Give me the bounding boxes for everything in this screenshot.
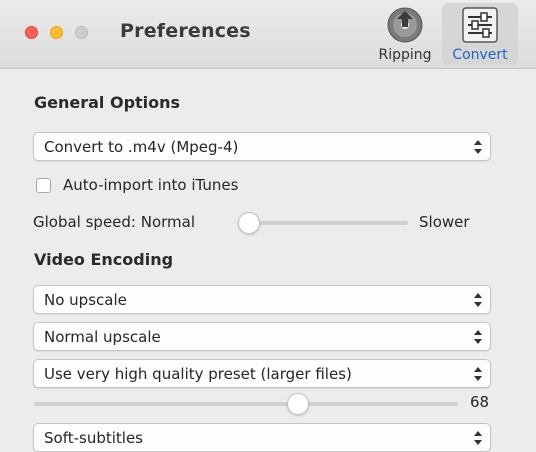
toolbar-convert-button[interactable]: Convert (442, 3, 518, 65)
popup-arrows-icon (474, 431, 482, 445)
upscale-mode-popup-value: Normal upscale (44, 328, 161, 346)
sliders-convert-icon (462, 7, 498, 43)
upscale-popup[interactable]: No upscale (33, 285, 491, 314)
upscale-mode-popup[interactable]: Normal upscale (33, 322, 491, 351)
quality-slider-track[interactable] (34, 402, 458, 406)
subtitles-popup-value: Soft-subtitles (44, 429, 143, 447)
global-speed-max-label: Slower (419, 213, 470, 231)
general-options-heading: General Options (34, 93, 181, 112)
popup-arrows-icon (474, 367, 482, 381)
popup-arrows-icon (474, 293, 482, 307)
upscale-popup-value: No upscale (44, 291, 127, 309)
window-title: Preferences (120, 20, 251, 42)
toolbar-ripping-label: Ripping (378, 47, 432, 63)
global-speed-slider-knob[interactable] (238, 212, 260, 234)
format-popup[interactable]: Convert to .m4v (Mpeg-4) (33, 132, 491, 161)
toolbar-convert-label: Convert (452, 47, 508, 63)
global-speed-label: Global speed: Normal (33, 213, 196, 231)
toolbar-ripping-button[interactable]: Ripping (372, 3, 438, 65)
global-speed-track[interactable] (240, 221, 408, 225)
close-window-button[interactable] (25, 26, 38, 39)
popup-arrows-icon (474, 140, 482, 154)
auto-import-label: Auto-import into iTunes (63, 176, 239, 194)
zoom-window-button[interactable] (75, 26, 88, 39)
window-toolbar: Preferences Ripping Convert (0, 0, 536, 69)
quality-value-label: 68 (470, 393, 490, 411)
quality-preset-popup-value: Use very high quality preset (larger fil… (44, 365, 352, 383)
quality-slider-knob[interactable] (287, 393, 309, 415)
auto-import-checkbox[interactable] (36, 178, 51, 193)
minimize-window-button[interactable] (50, 26, 63, 39)
subtitles-popup[interactable]: Soft-subtitles (33, 423, 491, 452)
quality-preset-popup[interactable]: Use very high quality preset (larger fil… (33, 359, 491, 388)
popup-arrows-icon (474, 330, 482, 344)
video-encoding-heading: Video Encoding (34, 250, 174, 269)
format-popup-value: Convert to .m4v (Mpeg-4) (44, 138, 239, 156)
disc-ripping-icon (387, 7, 423, 43)
